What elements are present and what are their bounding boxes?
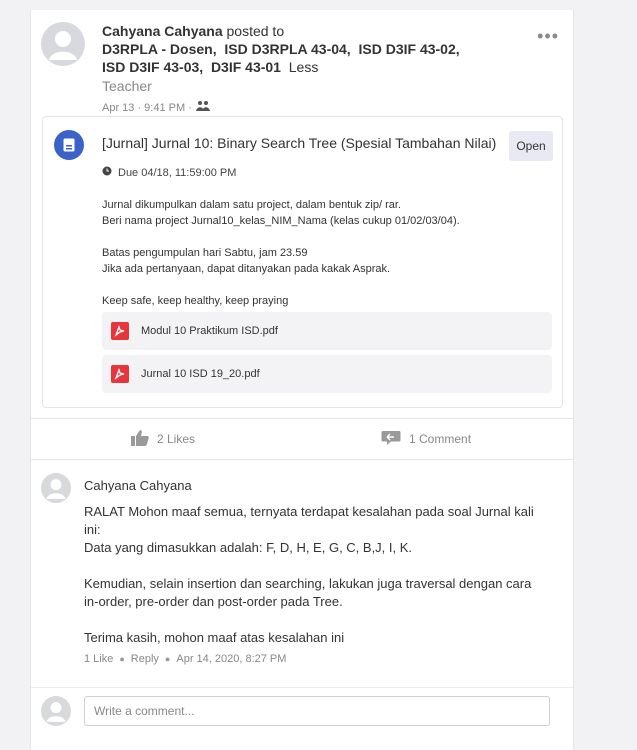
description-line: Keep safe, keep healthy, keep praying: [102, 295, 289, 307]
comment-body: RALAT Mohon maaf semua, ternyata terdapa…: [84, 503, 544, 647]
author-role: Teacher: [102, 78, 152, 94]
author-line: Cahyana Cahyana posted to: [102, 22, 482, 40]
post-actions: 2 Likes 1 Comment: [31, 418, 573, 460]
description-line: Beri nama project Jurnal10_kelas_NIM_Nam…: [102, 215, 460, 227]
separator-dot: ●: [164, 654, 171, 664]
comment-date: Apr 14, 2020, 8:27 PM: [176, 653, 287, 665]
comment-line: Data yang dimasukkan adalah: F, D, H, E,…: [84, 540, 413, 555]
less-link[interactable]: Less: [289, 59, 319, 75]
attachment-item[interactable]: Jurnal 10 ISD 19_20.pdf: [102, 355, 552, 393]
description-line: Batas pengumpulan hari Sabtu, jam 23.59: [102, 247, 308, 259]
current-user-avatar[interactable]: [41, 696, 71, 726]
due-text: Due 04/18, 11:59:00 PM: [118, 166, 237, 179]
recipient-group[interactable]: D3RPLA - Dosen,: [102, 41, 217, 57]
attachment-name[interactable]: Modul 10 Praktikum ISD.pdf: [141, 325, 278, 337]
more-options-icon[interactable]: •••: [537, 26, 559, 47]
description-line: [102, 277, 542, 293]
likes-count: 2 Likes: [157, 432, 196, 446]
open-button[interactable]: Open: [509, 131, 553, 161]
pdf-icon: [111, 322, 129, 340]
recipients: D3RPLA - Dosen, ISD D3RPLA 43-04, ISD D3…: [102, 40, 482, 76]
comment-meta: 1 Like ● Reply ● Apr 14, 2020, 8:27 PM: [84, 653, 286, 665]
recipient-group[interactable]: D3IF 43-01: [211, 59, 281, 75]
author-name[interactable]: Cahyana Cahyana: [102, 23, 223, 39]
posted-to-text: posted to: [226, 23, 285, 39]
due-date: Due 04/18, 11:59:00 PM: [102, 166, 236, 179]
description-line: [102, 229, 542, 245]
commenter-avatar[interactable]: [41, 473, 71, 503]
description-line: Jika ada pertanyaan, dapat ditanyakan pa…: [102, 263, 391, 275]
comment-line: Kemudian, selain insertion dan searching…: [84, 576, 532, 609]
comment-icon: [381, 430, 401, 449]
post-header: Cahyana Cahyana posted to D3RPLA - Dosen…: [102, 22, 482, 115]
comment-reply-link[interactable]: Reply: [131, 653, 159, 665]
attachment-item[interactable]: Modul 10 Praktikum ISD.pdf: [102, 312, 552, 350]
recipient-group[interactable]: ISD D3IF 43-03,: [102, 59, 203, 75]
author-avatar[interactable]: [41, 22, 85, 66]
divider: [31, 687, 573, 688]
thumbs-up-icon: [131, 429, 149, 449]
clock-icon: [102, 166, 112, 179]
comment-line: [84, 557, 544, 575]
audience-icon: [195, 100, 210, 115]
assignment-title[interactable]: [Jurnal] Jurnal 10: Binary Search Tree (…: [102, 135, 496, 151]
comment-line: RALAT Mohon maaf semua, ternyata terdapa…: [84, 504, 534, 537]
comments-count: 1 Comment: [409, 432, 472, 446]
recipient-group[interactable]: ISD D3RPLA 43-04,: [224, 41, 350, 57]
post-meta: Apr 13 · 9:41 PM ·: [102, 100, 482, 115]
recipient-group[interactable]: ISD D3IF 43-02,: [358, 41, 459, 57]
separator-dot: ●: [119, 654, 125, 664]
pdf-icon: [111, 365, 129, 383]
comment-line: [84, 611, 544, 629]
comment-button[interactable]: 1 Comment: [381, 419, 471, 459]
attachment-name[interactable]: Jurnal 10 ISD 19_20.pdf: [141, 368, 260, 380]
like-button[interactable]: 2 Likes: [131, 419, 195, 459]
write-comment-input[interactable]: Write a comment...: [84, 696, 550, 726]
description-line: Jurnal dikumpulkan dalam satu project, d…: [102, 199, 401, 211]
post-date: Apr 13 · 9:41 PM ·: [102, 101, 192, 114]
assignment-card: [Jurnal] Jurnal 10: Binary Search Tree (…: [42, 116, 563, 408]
commenter-name[interactable]: Cahyana Cahyana: [84, 478, 192, 493]
assignment-description: Jurnal dikumpulkan dalam satu project, d…: [102, 197, 542, 309]
comment-like-link[interactable]: 1 Like: [84, 653, 113, 665]
assignment-icon: [54, 130, 84, 160]
comment-line: Terima kasih, mohon maaf atas kesalahan …: [84, 630, 345, 645]
post-card: Cahyana Cahyana posted to D3RPLA - Dosen…: [30, 10, 574, 750]
